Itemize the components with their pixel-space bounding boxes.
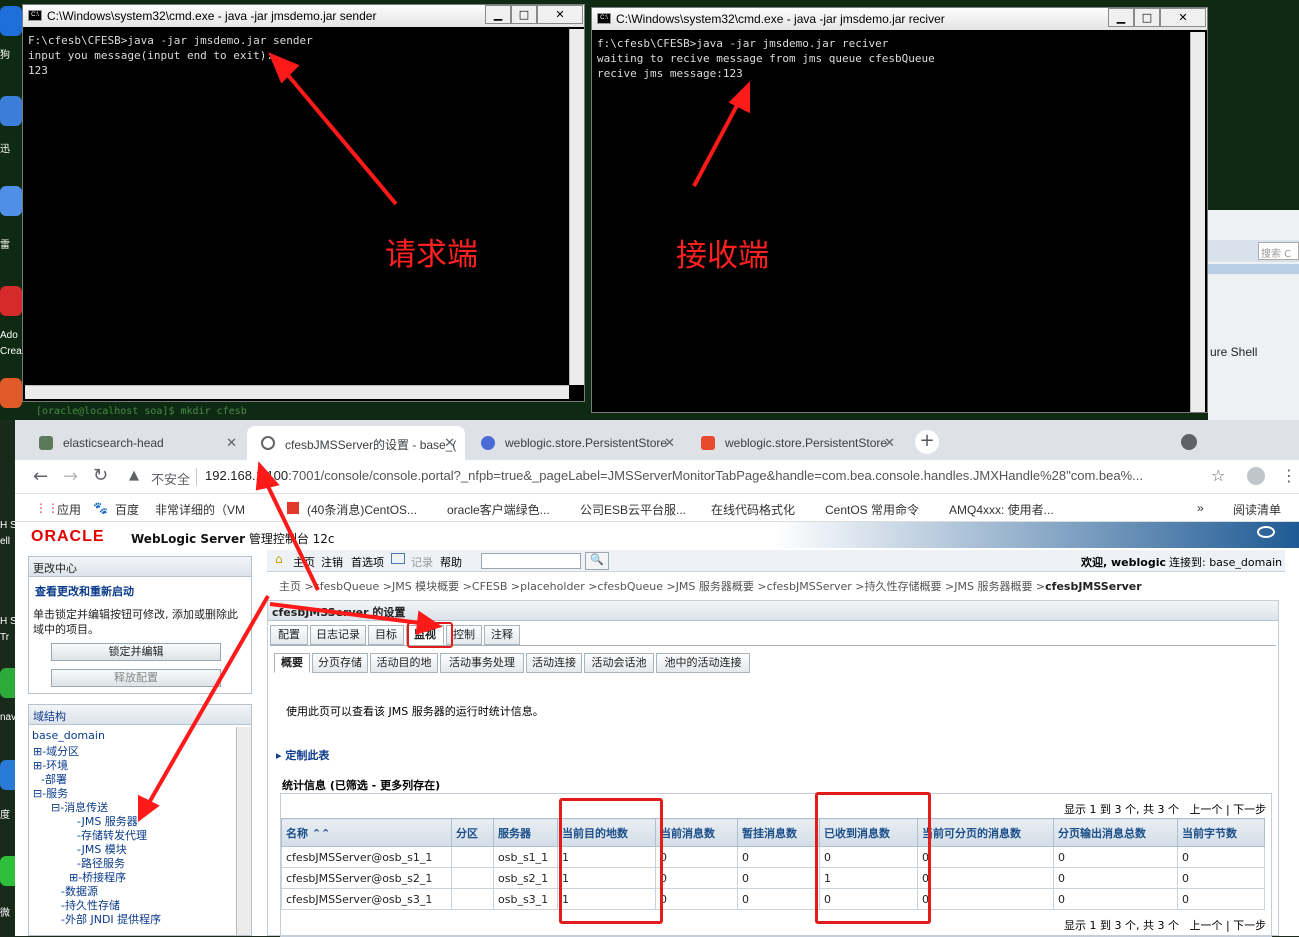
tree-arrow xyxy=(144,595,270,809)
sender-arrow xyxy=(280,66,398,206)
breadcrumb-arrowhead xyxy=(255,461,280,491)
monitoring-arrowhead xyxy=(415,610,443,635)
annotation-arrows xyxy=(138,52,750,822)
breadcrumb-arrow xyxy=(262,477,320,591)
receiver-arrow xyxy=(692,95,744,187)
monitoring-arrow xyxy=(269,602,429,626)
sender-arrowhead xyxy=(268,52,300,84)
tree-arrowhead xyxy=(138,794,160,822)
